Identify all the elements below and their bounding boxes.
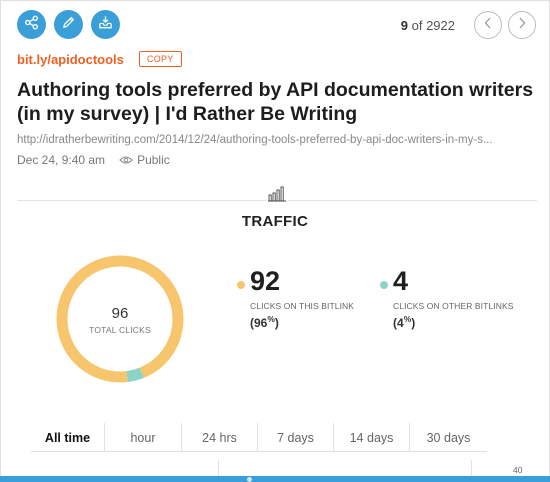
other-bitlinks-percent: (4%)	[393, 314, 416, 330]
inbox-download-icon	[98, 15, 113, 35]
link-meta: Dec 24, 9:40 am Public	[17, 153, 170, 167]
other-bitlinks-clicks: 4	[393, 266, 409, 296]
total-clicks-value: 96	[111, 305, 129, 322]
next-button[interactable]	[508, 11, 536, 39]
edit-button[interactable]	[54, 10, 83, 39]
tab-hour[interactable]: hour	[105, 423, 182, 452]
bar-chart-icon	[266, 186, 288, 202]
this-bitlink-percent: (96%)	[250, 314, 279, 330]
long-url[interactable]: http://idratherbewriting.com/2014/12/24/…	[17, 134, 537, 146]
pager-current: 9	[400, 17, 408, 33]
share-icon	[24, 15, 39, 35]
short-link[interactable]: bit.ly/apidoctools	[17, 52, 124, 67]
eye-icon	[119, 155, 133, 165]
bottom-scroll-bar[interactable]	[0, 476, 550, 482]
traffic-heading: TRAFFIC	[241, 213, 309, 230]
this-bitlink-percent-value: 96	[254, 316, 268, 330]
pager-total: 2922	[426, 17, 455, 33]
share-button[interactable]	[17, 10, 46, 39]
archive-button[interactable]	[91, 10, 120, 39]
pencil-icon	[61, 15, 76, 35]
legend-dot-other	[380, 281, 388, 289]
chevron-right-icon	[517, 16, 527, 34]
chevron-left-icon	[483, 16, 493, 34]
this-bitlink-clicks: 92	[250, 266, 281, 296]
time-range-tabs: All time hour 24 hrs 7 days 14 days 30 d…	[31, 423, 487, 452]
legend-dot-this	[237, 281, 245, 289]
total-clicks-label: TOTAL CLICKS	[89, 325, 151, 335]
other-bitlinks-percent-value: 4	[397, 316, 404, 330]
pager-of: of	[411, 17, 423, 33]
other-bitlinks-label: CLICKS ON OTHER BITLINKS	[393, 301, 514, 311]
tab-14-days[interactable]: 14 days	[334, 423, 410, 452]
page-title: Authoring tools preferred by API documen…	[17, 79, 534, 125]
visibility-label: Public	[137, 153, 170, 167]
panel-frame	[0, 0, 550, 482]
donut-center: 96 TOTAL CLICKS	[55, 305, 185, 335]
tab-24-hrs[interactable]: 24 hrs	[182, 423, 258, 452]
copy-button[interactable]: COPY	[138, 51, 182, 67]
pager: 9 of 2922	[401, 11, 536, 39]
tab-30-days[interactable]: 30 days	[410, 423, 487, 452]
tab-all-time[interactable]: All time	[31, 423, 105, 452]
created-date: Dec 24, 9:40 am	[17, 153, 106, 167]
tab-7-days[interactable]: 7 days	[258, 423, 334, 452]
this-bitlink-label: CLICKS ON THIS BITLINK	[250, 301, 355, 311]
action-toolbar	[17, 10, 120, 39]
pager-text: 9 of 2922	[401, 18, 455, 33]
scroll-indicator-dot	[247, 477, 252, 482]
short-link-row: bit.ly/apidoctools COPY	[17, 51, 182, 67]
previous-button[interactable]	[474, 11, 502, 39]
chart-axis-tick: 40	[513, 465, 523, 475]
